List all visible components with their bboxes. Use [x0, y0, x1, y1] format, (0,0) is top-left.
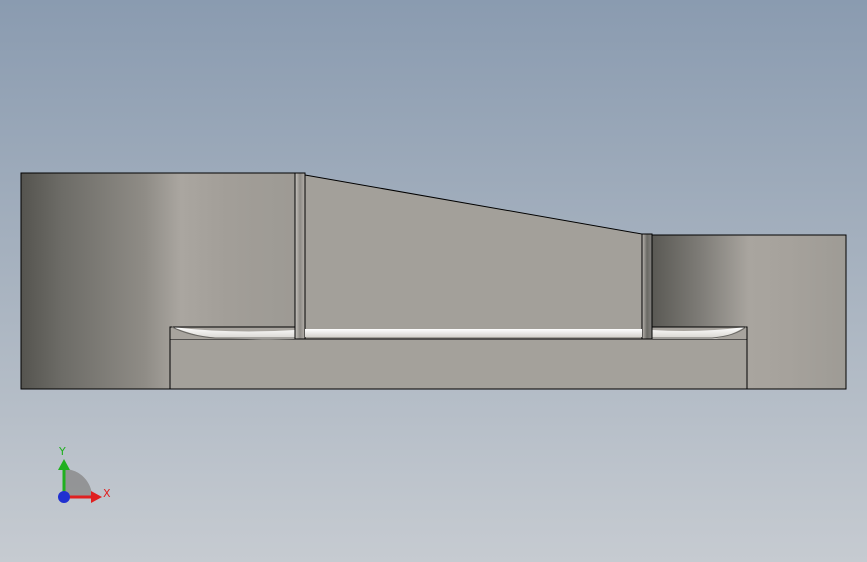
coordinate-triad: Y X	[58, 445, 111, 503]
sloped-web[interactable]	[304, 174, 643, 340]
triad-y-label: Y	[58, 445, 66, 458]
base-flange[interactable]	[169, 338, 748, 390]
left-fillet[interactable]	[294, 172, 306, 340]
graphics-viewport[interactable]: Y X	[0, 0, 867, 562]
flange-ledge-highlight-mid	[305, 329, 642, 337]
right-fillet[interactable]	[641, 233, 653, 340]
triad-y-arrow	[58, 459, 70, 470]
model-view[interactable]: Y X	[0, 0, 867, 562]
triad-x-arrow	[91, 491, 102, 503]
triad-x-label: X	[103, 487, 111, 500]
triad-z-axis	[58, 491, 70, 503]
